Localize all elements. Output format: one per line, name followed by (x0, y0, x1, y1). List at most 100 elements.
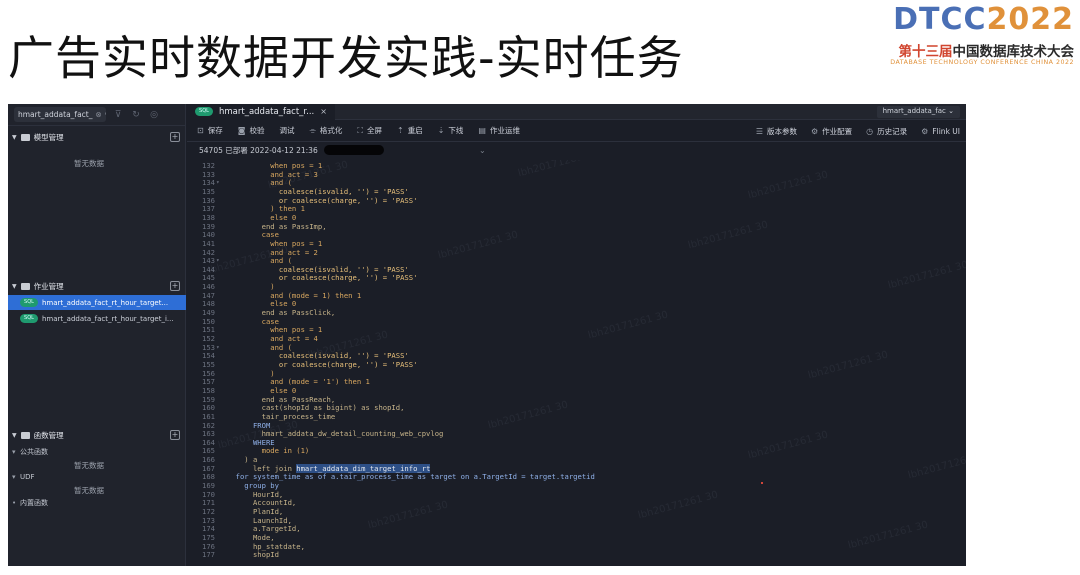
line-number: 169 (202, 481, 215, 491)
watermark: lbh20171261 30 (686, 219, 770, 252)
watermark: lbh20171261 30 (746, 169, 830, 202)
function-group-builtin[interactable]: • 内置函数 (8, 498, 48, 508)
deploy-status: 54705 已部署 2022-04-12 21:36 ⌄ (199, 145, 486, 155)
download-icon: ⇣ (437, 126, 445, 135)
sidebar-toolbar: hmart_addata_fact_ ⊗ ⚲ ⊽ ↻ ◎ (8, 104, 185, 126)
history-icon: ◷ (866, 126, 874, 136)
fold-icon[interactable]: ▾ (216, 179, 220, 186)
line-number: 132 (202, 161, 215, 170)
chevron-down-icon: ▼ (12, 431, 17, 439)
ide-window: hmart_addata_fact_ ⊗ ⚲ ⊽ ↻ ◎ ▼ 模型管理 + 暂无… (8, 104, 966, 566)
code-line: cast(shopId as bigint) as shopId, (227, 403, 405, 413)
dtcc-logo: DTCC2022 第十三届中国数据库技术大会 DATABASE TECHNOLO… (878, 2, 1078, 72)
line-number: 168 (202, 472, 215, 482)
code-line: Mode, (227, 532, 275, 542)
job-ops-button[interactable]: ▤ 作业运维 (478, 125, 520, 136)
models-empty-text: 暂无数据 (74, 159, 104, 168)
code-line: and (mode = '1') then 1 (227, 377, 370, 387)
code-line: FROM (227, 420, 271, 430)
version-params-button[interactable]: ☰ 版本参数 (756, 126, 797, 137)
chevron-down-icon[interactable]: ⌄ (479, 146, 486, 155)
code-line: end as PassImp, (227, 221, 327, 231)
tab-list-dropdown[interactable]: hmart_addata_fac ⌄ (876, 106, 960, 118)
flink-ui-button[interactable]: ⚙ Flink UI (921, 127, 960, 136)
search-icon[interactable]: ⚲ (105, 110, 106, 119)
line-number: 163 (202, 429, 215, 439)
fullscreen-icon: ⛶ (357, 125, 363, 135)
folder-icon (20, 282, 30, 290)
chevron-down-icon: ▾ (12, 473, 16, 481)
line-number: 144 (202, 264, 215, 274)
add-icon[interactable]: + (170, 281, 180, 291)
sidebar: hmart_addata_fact_ ⊗ ⚲ ⊽ ↻ ◎ ▼ 模型管理 + 暂无… (8, 104, 186, 566)
sidebar-section-functions[interactable]: ▼ 函数管理 + (8, 426, 186, 444)
sidebar-section-jobs[interactable]: ▼ 作业管理 + (8, 277, 186, 295)
restart-button[interactable]: ⇡ 重启 (397, 125, 423, 136)
code-line: else 0 (227, 299, 297, 309)
watermark: lbh20171261 30 (846, 519, 930, 552)
fold-icon[interactable]: ▾ (216, 257, 220, 264)
code-line: HourId, (227, 489, 284, 499)
code-line: and act = 4 (227, 334, 318, 343)
save-button[interactable]: ⊡ 保存 (197, 125, 223, 136)
offline-button[interactable]: ⇣ 下线 (438, 125, 464, 136)
code-line: coalesce(isvalid, '') = 'PASS' (227, 186, 409, 196)
line-number: 152 (202, 334, 215, 343)
fullscreen-button[interactable]: ⛶ 全屏 (357, 125, 382, 136)
check-icon: ◙ (237, 126, 246, 135)
code-editor[interactable]: 132 when pos = 1 133 and act = 3 134 ▾ and … (187, 160, 966, 566)
format-icon: ⌯ (309, 125, 316, 135)
code-line: hmart_addata_dw_detail_counting_web_cpvl… (227, 429, 444, 439)
line-number: 141 (202, 238, 215, 248)
watermark: lbh20171261 30 (586, 309, 670, 342)
line-number: 175 (202, 532, 215, 542)
sidebar-section-models[interactable]: ▼ 模型管理 + (8, 128, 186, 146)
selected-text: hmart_addata_dim_target_info_rt (296, 463, 431, 473)
add-icon[interactable]: + (170, 132, 180, 142)
line-number: 138 (202, 212, 215, 222)
code-line: PlanId, (227, 507, 284, 516)
refresh-icon[interactable]: ↻ (130, 110, 142, 120)
sidebar-job-item[interactable]: SQL hmart_addata_fact_rt_hour_target... (8, 295, 186, 310)
fold-icon[interactable]: ▾ (216, 344, 220, 351)
code-line: case (227, 316, 279, 326)
format-button[interactable]: ⌯ 格式化 (309, 125, 342, 136)
filter-icon[interactable]: ⊽ (112, 110, 124, 120)
code-line: ) (227, 282, 275, 292)
line-number: 136 (202, 195, 215, 205)
code-line: coalesce(isvalid, '') = 'PASS' (227, 264, 409, 274)
save-icon: ⊡ (197, 126, 204, 135)
line-number: 153 (202, 342, 215, 352)
line-number: 162 (202, 420, 215, 430)
code-line: or coalesce(charge, '') = 'PASS' (227, 359, 418, 369)
function-group-udf[interactable]: ▾ UDF (8, 473, 35, 481)
watermark: lbh20171261 30 (486, 399, 570, 432)
search-input[interactable]: hmart_addata_fact_ ⊗ ⚲ (14, 107, 106, 122)
history-button[interactable]: ◷ 历史记录 (866, 126, 907, 137)
line-number: 165 (202, 446, 215, 456)
code-line: LaunchId, (227, 515, 292, 525)
redaction-blot (323, 145, 384, 155)
validate-button[interactable]: ◙ 校验 (238, 125, 265, 136)
code-line: and ( (227, 342, 292, 352)
chevron-down-icon: ▼ (12, 133, 17, 141)
function-group-public[interactable]: ▾ 公共函数 (8, 447, 48, 457)
locate-icon[interactable]: ◎ (148, 110, 160, 120)
watermark: lbh20171261 30 (806, 349, 890, 382)
line-number: 167 (202, 463, 215, 473)
debug-button[interactable]: 调试 (279, 125, 294, 136)
line-number: 172 (202, 507, 215, 516)
add-icon[interactable]: + (170, 430, 180, 440)
brand-wordmark: DTCC2022 (893, 2, 1074, 37)
editor-tab[interactable]: SQL hmart_addata_fact_r... × (187, 104, 335, 120)
line-number: 137 (202, 204, 215, 214)
code-line: shopId (227, 550, 279, 560)
close-icon[interactable]: × (320, 107, 327, 116)
watermark: lbh20171261 30 (886, 259, 966, 292)
job-config-button[interactable]: ⚙ 作业配置 (811, 126, 852, 137)
sidebar-job-item[interactable]: SQL hmart_addata_fact_rt_hour_target_i..… (8, 311, 186, 326)
line-number: 158 (202, 385, 215, 395)
code-line: end as PassClick, (227, 308, 336, 318)
line-number: 154 (202, 351, 215, 361)
clear-icon[interactable]: ⊗ (95, 110, 101, 119)
